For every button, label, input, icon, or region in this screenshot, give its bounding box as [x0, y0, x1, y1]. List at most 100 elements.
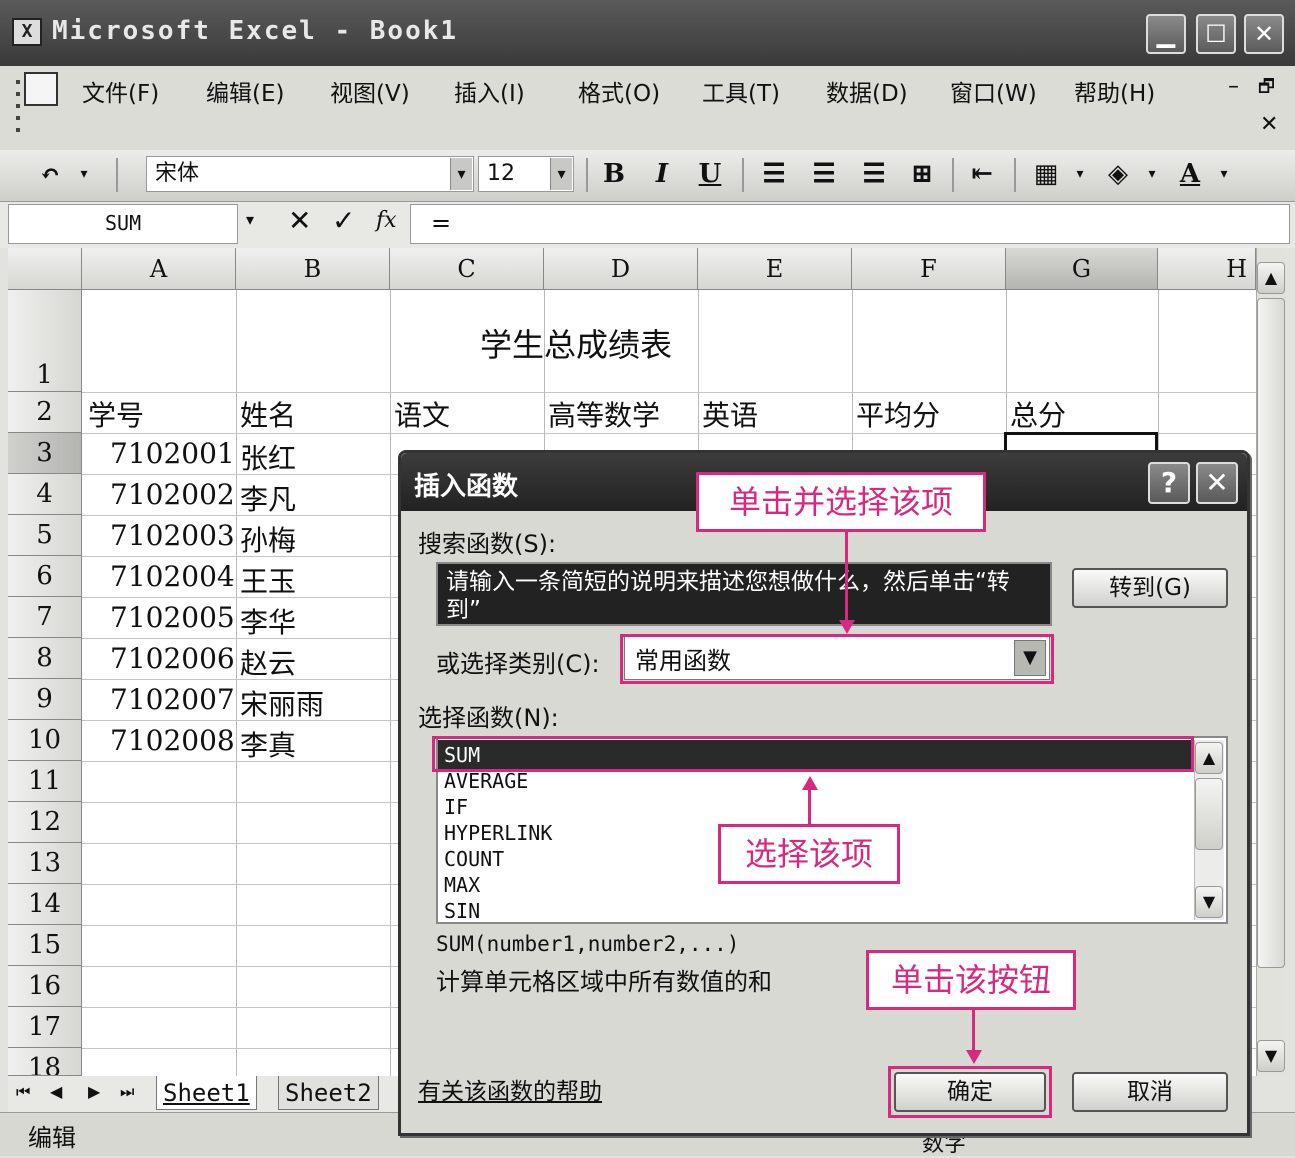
row-header[interactable]: 4 [8, 474, 82, 515]
last-sheet-icon[interactable]: ⏭ [120, 1082, 134, 1102]
row-header[interactable]: 8 [8, 638, 82, 679]
font-color-button[interactable]: A [1170, 156, 1210, 194]
insert-function-icon[interactable]: fx [376, 208, 397, 233]
student-name-cell[interactable]: 李凡 [240, 478, 296, 518]
student-id-cell[interactable]: 7102004 [110, 560, 235, 593]
cancel-formula-icon[interactable]: ✕ [288, 204, 311, 237]
header-cell[interactable]: 姓名 [240, 394, 296, 434]
row-header[interactable]: 13 [8, 843, 82, 884]
student-id-cell[interactable]: 7102008 [110, 724, 235, 757]
row-header[interactable]: 5 [8, 515, 82, 556]
next-sheet-icon[interactable]: ▶ [88, 1082, 100, 1101]
row-header[interactable]: 17 [8, 1007, 82, 1048]
column-header[interactable]: F [852, 248, 1006, 290]
row-header[interactable]: 15 [8, 925, 82, 966]
menu-edit[interactable]: 编辑(E) [206, 74, 284, 108]
student-name-cell[interactable]: 张红 [240, 437, 296, 477]
row-header[interactable]: 6 [8, 556, 82, 597]
column-header[interactable]: D [544, 248, 698, 290]
student-name-cell[interactable]: 孙梅 [240, 519, 296, 559]
student-name-cell[interactable]: 宋丽雨 [240, 683, 324, 723]
column-header[interactable]: C [390, 248, 544, 290]
sheet-title-cell[interactable]: 学生总成绩表 [480, 320, 672, 366]
namebox-dropdown-icon[interactable]: ▾ [246, 210, 254, 229]
fill-dropdown-icon[interactable]: ▾ [1142, 156, 1162, 194]
name-box[interactable]: SUM [8, 204, 238, 244]
row-header[interactable]: 14 [8, 884, 82, 925]
row-header[interactable]: 16 [8, 966, 82, 1007]
align-right-icon[interactable]: ☰ [854, 156, 894, 194]
student-id-cell[interactable]: 7102005 [110, 601, 235, 634]
dialog-help-button[interactable]: ? [1148, 462, 1190, 504]
row-header[interactable]: 2 [8, 392, 82, 433]
borders-dropdown-icon[interactable]: ▾ [1070, 156, 1090, 194]
row-header[interactable]: 3 [8, 433, 82, 474]
column-header[interactable]: H [1158, 248, 1256, 290]
maximize-button[interactable]: ☐ [1196, 14, 1236, 54]
column-header[interactable]: E [698, 248, 852, 290]
student-id-cell[interactable]: 7102001 [110, 437, 235, 470]
scroll-thumb[interactable] [1257, 298, 1285, 968]
size-dropdown-icon[interactable]: ▾ [550, 158, 572, 190]
menu-view[interactable]: 视图(V) [330, 74, 410, 108]
select-all-corner[interactable] [8, 248, 82, 290]
excel-app-icon[interactable]: X [12, 18, 42, 46]
menu-window[interactable]: 窗口(W) [950, 74, 1037, 108]
font-name-combo[interactable]: 宋体 [146, 156, 474, 192]
go-button[interactable]: 转到(G) [1072, 568, 1228, 608]
doc-close-button[interactable]: ✕ [1260, 112, 1278, 137]
font-dropdown-icon[interactable]: ▾ [450, 158, 472, 190]
italic-button[interactable]: I [644, 156, 680, 194]
sheet-tab-sheet2[interactable]: Sheet2 [278, 1076, 379, 1110]
header-cell[interactable]: 学号 [88, 394, 144, 434]
row-header[interactable]: 1 [8, 290, 82, 392]
underline-button[interactable]: U [692, 156, 728, 194]
header-cell[interactable]: 英语 [702, 394, 758, 434]
formula-input[interactable]: = [410, 204, 1290, 244]
enter-formula-icon[interactable]: ✓ [332, 204, 355, 237]
column-header[interactable]: G [1006, 248, 1158, 290]
merge-center-icon[interactable]: ⊞ [902, 156, 942, 194]
function-item[interactable]: IF [444, 796, 468, 818]
align-center-icon[interactable]: ☰ [804, 156, 844, 194]
row-header[interactable]: 9 [8, 679, 82, 720]
undo-dropdown-icon[interactable]: ▾ [74, 156, 94, 194]
doc-restore-button[interactable]: 🗗 [1258, 74, 1275, 104]
header-cell[interactable]: 总分 [1010, 394, 1066, 434]
row-header[interactable]: 7 [8, 597, 82, 638]
row-header[interactable]: 11 [8, 761, 82, 802]
function-item[interactable]: COUNT [444, 848, 504, 870]
menu-insert[interactable]: 插入(I) [454, 74, 525, 108]
header-cell[interactable]: 平均分 [856, 394, 940, 434]
undo-icon[interactable]: ↶ [30, 156, 70, 194]
minimize-button[interactable]: ▁ [1146, 14, 1186, 54]
font-color-dropdown-icon[interactable]: ▾ [1214, 156, 1234, 194]
row-header[interactable]: 12 [8, 802, 82, 843]
row-header[interactable]: 18 [8, 1048, 82, 1076]
list-scroll-thumb[interactable] [1195, 778, 1223, 850]
dialog-close-button[interactable]: ✕ [1196, 462, 1238, 504]
student-name-cell[interactable]: 赵云 [240, 642, 296, 682]
workbook-icon[interactable] [24, 72, 58, 106]
fill-color-icon[interactable]: ◈ [1098, 156, 1138, 194]
align-left-icon[interactable]: ☰ [754, 156, 794, 194]
student-id-cell[interactable]: 7102003 [110, 519, 235, 552]
student-name-cell[interactable]: 李华 [240, 601, 296, 641]
sheet-tab-sheet1[interactable]: Sheet1 [156, 1076, 257, 1110]
menu-help[interactable]: 帮助(H) [1074, 74, 1155, 108]
column-header[interactable]: A [82, 248, 236, 290]
list-scroll-down-icon[interactable]: ▼ [1195, 886, 1223, 918]
menu-file[interactable]: 文件(F) [82, 74, 159, 108]
student-name-cell[interactable]: 李真 [240, 724, 296, 764]
student-id-cell[interactable]: 7102006 [110, 642, 235, 675]
function-item[interactable]: HYPERLINK [444, 822, 552, 844]
row-header[interactable]: 10 [8, 720, 82, 761]
menu-data[interactable]: 数据(D) [826, 74, 908, 108]
close-button[interactable]: ✕ [1244, 14, 1284, 54]
first-sheet-icon[interactable]: ⏮ [16, 1082, 30, 1102]
doc-minimize-button[interactable]: – [1228, 74, 1239, 99]
function-item[interactable]: SIN [444, 900, 480, 922]
cancel-button[interactable]: 取消 [1072, 1072, 1228, 1112]
list-scroll-up-icon[interactable]: ▲ [1195, 742, 1223, 774]
bold-button[interactable]: B [596, 156, 632, 194]
